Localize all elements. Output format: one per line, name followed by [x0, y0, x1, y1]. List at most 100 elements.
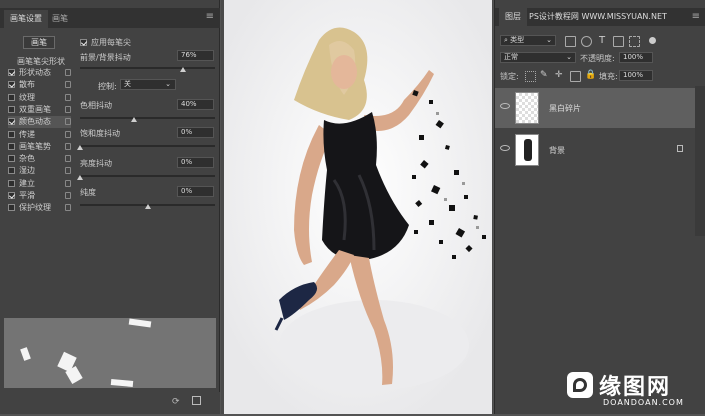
lock-icon[interactable] [65, 142, 71, 150]
filter-type-icon[interactable]: T [599, 35, 605, 46]
category-label: 传递 [19, 129, 35, 139]
brush-category-item[interactable]: 平滑 [8, 190, 71, 202]
lock-icon[interactable] [65, 118, 71, 126]
new-brush-icon[interactable] [192, 396, 201, 405]
layer-name[interactable]: 黑白碎片 [549, 103, 581, 114]
brush-category-item[interactable]: 杂色 [8, 153, 71, 165]
fg-bg-jitter-slider-thumb[interactable] [179, 67, 186, 72]
site-watermark: 缘图网 DOANDOAN.COM [563, 368, 705, 414]
brush-category-item[interactable]: 画笔笔势 [8, 141, 71, 153]
brush-category-item[interactable]: 散布 [8, 79, 71, 91]
layers-scrollbar[interactable] [695, 86, 705, 236]
tab-brush[interactable]: 画笔 [46, 10, 74, 28]
layer-thumbnail [515, 92, 539, 124]
panel-menu-icon[interactable]: ≡ [206, 11, 214, 22]
lock-icon[interactable] [65, 81, 71, 89]
category-label: 颜色动态 [19, 117, 51, 127]
purity-slider-thumb[interactable] [144, 204, 151, 209]
purity-value[interactable]: 0% [177, 186, 214, 197]
lock-icon[interactable] [65, 130, 71, 138]
watermark-logo-icon [567, 372, 593, 398]
category-checkbox[interactable] [8, 142, 15, 150]
category-checkbox[interactable] [8, 204, 15, 212]
opacity-input[interactable]: 100% [619, 52, 653, 63]
fg-bg-jitter-slider[interactable] [80, 67, 215, 69]
category-checkbox[interactable] [8, 93, 15, 101]
brush-preset-toggle-icon[interactable]: ⟳ [172, 397, 180, 407]
layer-row[interactable]: 背景 [495, 130, 695, 170]
lock-icon[interactable] [65, 204, 71, 212]
filter-pixel-icon[interactable] [565, 36, 576, 47]
layer-kind-filter[interactable]: ⌕ 类型 ⌄ [500, 35, 556, 46]
lock-icon[interactable] [65, 93, 71, 101]
brush-button[interactable]: 画笔 [23, 36, 55, 49]
layers-menu-icon[interactable]: ≡ [692, 11, 700, 22]
saturation-jitter-slider-thumb[interactable] [77, 145, 83, 150]
category-label: 建立 [19, 178, 35, 188]
saturation-jitter-value[interactable]: 0% [177, 127, 214, 138]
category-label: 纹理 [19, 92, 35, 102]
brush-category-item[interactable]: 湿边 [8, 165, 71, 177]
photo-jumping-woman [224, 0, 492, 414]
hue-jitter-slider[interactable] [80, 117, 215, 119]
saturation-jitter-slider[interactable] [80, 145, 215, 147]
lock-icon[interactable] [65, 192, 71, 199]
blend-mode-value: 正常 [504, 53, 518, 61]
category-checkbox[interactable] [8, 155, 15, 163]
lock-all-icon[interactable]: 🔒 [585, 70, 596, 80]
lock-artboard-icon[interactable] [570, 71, 581, 82]
visibility-eye-icon[interactable] [500, 103, 510, 109]
category-checkbox[interactable] [8, 118, 15, 126]
lock-icon[interactable] [65, 69, 71, 76]
control-dropdown[interactable]: 关 ⌄ [120, 79, 176, 90]
filter-smart-object-icon[interactable] [629, 36, 640, 47]
brush-category-item[interactable]: 纹理 [8, 92, 71, 104]
layer-name[interactable]: 背景 [549, 145, 565, 156]
filter-adjustment-icon[interactable] [581, 36, 592, 47]
category-checkbox[interactable] [8, 105, 15, 113]
brush-category-item[interactable]: 保护纹理 [8, 202, 71, 214]
category-label: 双重画笔 [19, 104, 51, 114]
document-canvas[interactable] [224, 0, 492, 414]
brush-category-item[interactable]: 颜色动态 [8, 116, 71, 129]
category-checkbox[interactable] [8, 81, 15, 89]
brightness-jitter-slider[interactable] [80, 175, 215, 177]
chevron-down-icon: ⌄ [546, 36, 552, 44]
brightness-jitter-label: 亮度抖动 [80, 159, 112, 168]
brush-category-item[interactable]: 双重画笔 [8, 104, 71, 116]
filter-shape-icon[interactable] [613, 36, 624, 47]
layer-row[interactable]: 黑白碎片 [495, 88, 695, 128]
layers-panel: 图层 PS设计教程网 WWW.MISSYUAN.NET ≡ ⌕ 类型 ⌄ T 正常… [494, 0, 705, 414]
tab-layers[interactable]: 图层 [499, 8, 527, 26]
fg-bg-jitter-value[interactable]: 76% [177, 50, 214, 61]
hue-jitter-slider-thumb[interactable] [131, 117, 137, 122]
blend-mode-dropdown[interactable]: 正常 ⌄ [500, 52, 576, 63]
lock-icon[interactable] [65, 155, 71, 163]
fill-input[interactable]: 100% [619, 70, 653, 81]
category-checkbox[interactable] [8, 69, 15, 76]
lock-transparent-pixels-icon[interactable] [525, 71, 536, 82]
filter-toggle-icon[interactable] [649, 37, 656, 44]
layer-thumbnail [515, 134, 539, 166]
lock-position-icon[interactable]: ✛ [555, 70, 563, 80]
category-checkbox[interactable] [8, 192, 15, 199]
hue-jitter-value[interactable]: 40% [177, 99, 214, 110]
brush-category-item[interactable]: 传递 [8, 129, 71, 141]
brush-category-item[interactable]: 建立 [8, 178, 71, 190]
apply-per-tip-checkbox[interactable] [80, 39, 87, 46]
tab-brush-settings[interactable]: 画笔设置 [4, 10, 48, 28]
category-checkbox[interactable] [8, 167, 15, 175]
lock-image-pixels-icon[interactable]: ✎ [540, 70, 548, 80]
apply-per-tip-toggle[interactable]: 应用每笔尖 [80, 37, 131, 48]
lock-icon[interactable] [65, 167, 71, 175]
brush-category-item[interactable]: 形状动态 [8, 67, 71, 79]
hue-jitter-label: 色相抖动 [80, 101, 112, 110]
brightness-jitter-slider-thumb[interactable] [77, 175, 83, 180]
visibility-eye-icon[interactable] [500, 145, 510, 151]
category-checkbox[interactable] [8, 130, 15, 138]
lock-icon[interactable] [65, 105, 71, 113]
control-label: 控制: [98, 82, 117, 91]
category-checkbox[interactable] [8, 179, 15, 187]
lock-icon[interactable] [65, 179, 71, 187]
brightness-jitter-value[interactable]: 0% [177, 157, 214, 168]
